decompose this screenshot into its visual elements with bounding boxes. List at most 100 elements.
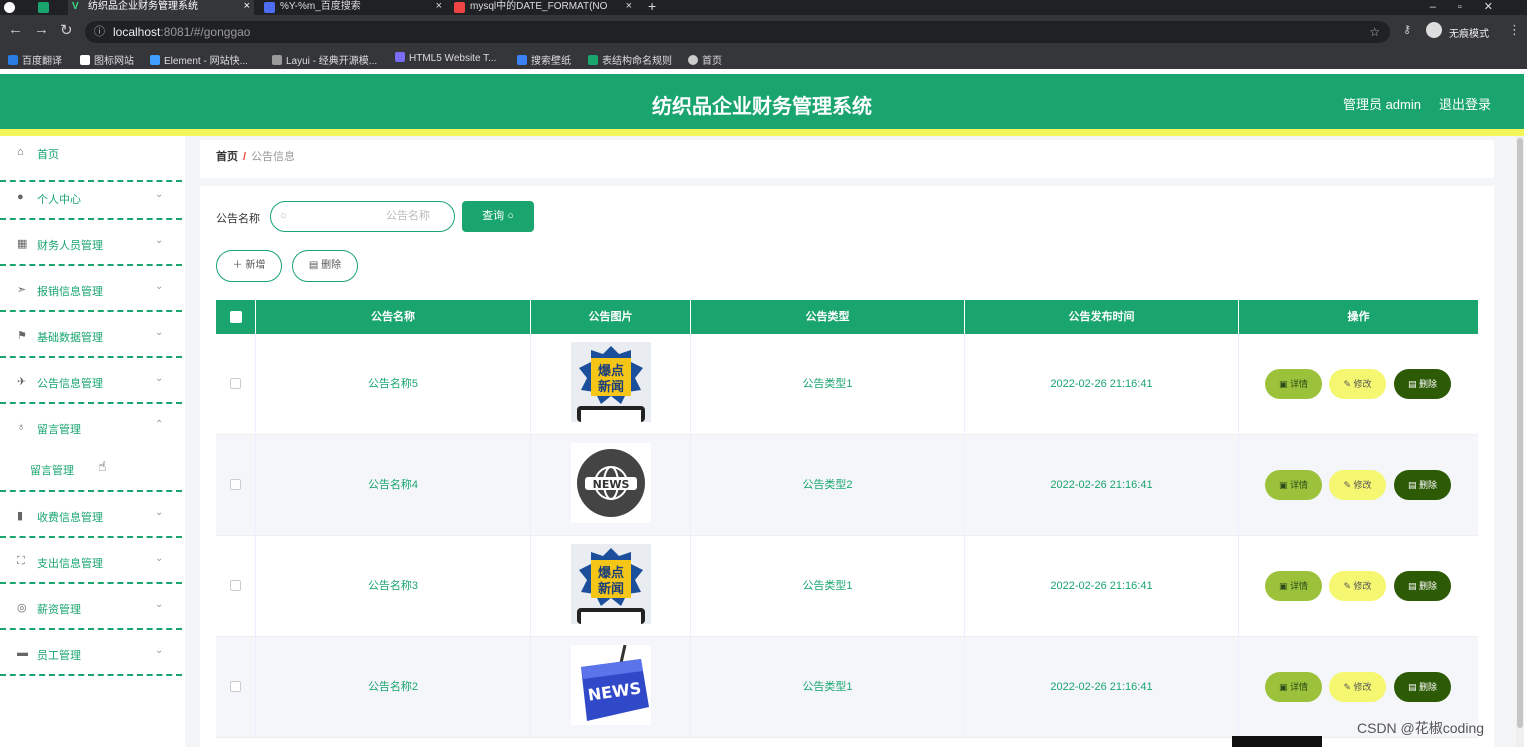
- detail-button[interactable]: ▣ 详情: [1265, 369, 1322, 399]
- row-image-cell: 爆点 新闻: [531, 334, 691, 435]
- row-checkbox[interactable]: [230, 479, 241, 490]
- incognito-label[interactable]: 无痕模式: [1449, 25, 1489, 40]
- bookmark-item[interactable]: Element - 网站快...: [150, 52, 248, 67]
- news-burst-image[interactable]: 爆点 新闻: [571, 544, 651, 624]
- browser-tab-0[interactable]: [0, 0, 30, 15]
- plane-icon: ✈: [17, 376, 27, 388]
- row-name: 公告名称2: [256, 637, 531, 738]
- detail-button[interactable]: ▣ 详情: [1265, 672, 1322, 702]
- menu-icon[interactable]: ⋮: [1508, 22, 1521, 38]
- browser-tab-4[interactable]: mysql中的DATE_FORMAT(NO ×: [450, 0, 636, 15]
- window-controls[interactable]: –▫✕: [1430, 0, 1515, 13]
- row-type: 公告类型1: [691, 334, 965, 435]
- close-icon[interactable]: ×: [436, 0, 442, 13]
- url-field[interactable]: ⓘ localhost:8081/#/gonggao ☆: [85, 21, 1390, 43]
- sidebar-item-profile[interactable]: ● 个人中心 ⌄: [0, 174, 182, 220]
- edit-button[interactable]: ✎ 修改: [1329, 672, 1386, 702]
- bookmark-item[interactable]: 表结构命名规则: [588, 52, 672, 67]
- close-icon[interactable]: ×: [244, 0, 250, 13]
- svg-text:NEWS: NEWS: [593, 478, 630, 491]
- browser-tab-1[interactable]: [34, 0, 64, 15]
- browser-tab-bar: V 纺织品企业财务管理系统 × %Y-%m_百度搜索 × mysql中的DATE_FO…: [0, 0, 1527, 15]
- sidebar-item-reimbursement[interactable]: ➣ 报销信息管理 ⌄: [0, 266, 182, 312]
- logout-link[interactable]: 退出登录: [1439, 94, 1491, 113]
- news-burst-image[interactable]: 爆点 新闻: [571, 342, 651, 422]
- row-time: 2022-02-26 21:16:41: [965, 334, 1239, 435]
- search-icon: ○: [507, 210, 514, 222]
- bookmark-item[interactable]: 图标网站: [80, 52, 134, 67]
- search-input[interactable]: ○ 公告名称: [270, 201, 455, 232]
- row-checkbox[interactable]: [230, 580, 241, 591]
- col-type: 公告类型: [691, 300, 965, 334]
- detail-button[interactable]: ▣ 详情: [1265, 470, 1322, 500]
- detail-button[interactable]: ▣ 详情: [1265, 571, 1322, 601]
- home-icon: ⌂: [17, 146, 24, 158]
- delete-button[interactable]: ▤ 删除: [292, 250, 358, 282]
- key-icon[interactable]: ⚷: [1403, 23, 1411, 36]
- new-tab-button[interactable]: +: [644, 0, 664, 15]
- edit-button[interactable]: ✎ 修改: [1329, 470, 1386, 500]
- bookmark-item[interactable]: 首页: [688, 52, 722, 67]
- news-globe-image[interactable]: NEWS: [571, 443, 651, 523]
- row-delete-button[interactable]: ▤ 删除: [1394, 672, 1451, 702]
- back-icon[interactable]: ←: [8, 21, 23, 38]
- svg-text:爆点: 爆点: [598, 565, 624, 581]
- row-delete-button[interactable]: ▤ 删除: [1394, 571, 1451, 601]
- sidebar-item-basedata[interactable]: ⚑ 基础数据管理 ⌄: [0, 312, 182, 358]
- col-name: 公告名称: [256, 300, 531, 334]
- close-icon[interactable]: ×: [626, 0, 632, 13]
- star-icon[interactable]: ☆: [1369, 21, 1380, 43]
- add-button[interactable]: ＋ 新增: [216, 250, 282, 282]
- chevron-down-icon: ⌄: [155, 553, 164, 564]
- breadcrumb-home[interactable]: 首页: [216, 151, 238, 163]
- svg-text:爆点: 爆点: [598, 363, 624, 379]
- url-path: :8081/#/gonggao: [160, 25, 251, 39]
- reload-icon[interactable]: ↻: [60, 21, 73, 39]
- search-button[interactable]: 查询 ○: [462, 201, 534, 232]
- row-type: 公告类型1: [691, 637, 965, 738]
- content-panel: 公告名称 ○ 公告名称 查询 ○ ＋ 新增 ▤ 删除 公告名称 公告图片 公告类型…: [200, 186, 1494, 747]
- bookmark-item[interactable]: 搜索壁纸: [517, 52, 571, 67]
- chevron-down-icon: ⌄: [155, 235, 164, 246]
- row-time: 2022-02-26 21:16:41: [965, 435, 1239, 536]
- app-header: 纺织品企业财务管理系统 管理员 admin 退出登录: [0, 74, 1524, 129]
- sidebar-item-employee[interactable]: ▬ 员工管理 ⌄: [0, 630, 182, 676]
- svg-text:新闻: 新闻: [598, 379, 624, 395]
- app-title: 纺织品企业财务管理系统: [652, 96, 872, 118]
- chevron-down-icon: ⌄: [155, 507, 164, 518]
- row-delete-button[interactable]: ▤ 删除: [1394, 470, 1451, 500]
- browser-tab-2[interactable]: V 纺织品企业财务管理系统 ×: [68, 0, 254, 15]
- select-all-header[interactable]: [216, 300, 256, 334]
- row-delete-button[interactable]: ▤ 删除: [1394, 369, 1451, 399]
- row-checkbox[interactable]: [230, 378, 241, 389]
- row-checkbox[interactable]: [230, 681, 241, 692]
- main-content: 首页 / 公告信息 公告名称 ○ 公告名称 查询 ○ ＋ 新增 ▤ 删除 公告名称 公…: [185, 136, 1524, 747]
- browser-tab-3[interactable]: %Y-%m_百度搜索 ×: [260, 0, 446, 15]
- sidebar-item-message[interactable]: ♁ 留言管理 ⌃ 留言管理 ☝: [0, 404, 182, 492]
- sidebar-item-salary[interactable]: ◎ 薪资管理 ⌄: [0, 584, 182, 630]
- bookmark-item[interactable]: Layui - 经典开源模...: [272, 52, 377, 67]
- row-name: 公告名称5: [256, 334, 531, 435]
- forward-icon[interactable]: →: [34, 21, 49, 38]
- col-image: 公告图片: [531, 300, 691, 334]
- sidebar-item-income[interactable]: ▮ 收费信息管理 ⌄: [0, 492, 182, 538]
- breadcrumb-sep: /: [243, 151, 247, 163]
- edit-button[interactable]: ✎ 修改: [1329, 369, 1386, 399]
- select-all-checkbox[interactable]: [230, 311, 242, 323]
- row-type: 公告类型1: [691, 536, 965, 637]
- sidebar-item-finance-staff[interactable]: ▦ 财务人员管理 ⌄: [0, 220, 182, 266]
- bookmark-item[interactable]: 百度翻译: [8, 52, 62, 67]
- sidebar-item-expense[interactable]: ⛶ 支出信息管理 ⌄: [0, 538, 182, 584]
- chevron-down-icon: ⌄: [155, 281, 164, 292]
- row-time: 2022-02-26 21:16:41: [965, 536, 1239, 637]
- sidebar-subitem-message[interactable]: 留言管理: [30, 462, 74, 478]
- vertical-scrollbar[interactable]: [1516, 136, 1524, 747]
- coin-icon: ◎: [17, 602, 27, 614]
- news-key-image[interactable]: NEWS: [571, 645, 651, 725]
- chevron-down-icon: ⌄: [155, 189, 164, 200]
- sidebar-item-notice[interactable]: ✈ 公告信息管理 ⌄: [0, 358, 182, 404]
- scrollbar-thumb[interactable]: [1517, 138, 1523, 728]
- bookmark-item[interactable]: HTML5 Website T...: [395, 52, 496, 64]
- trash-icon: ▤: [308, 260, 319, 271]
- edit-button[interactable]: ✎ 修改: [1329, 571, 1386, 601]
